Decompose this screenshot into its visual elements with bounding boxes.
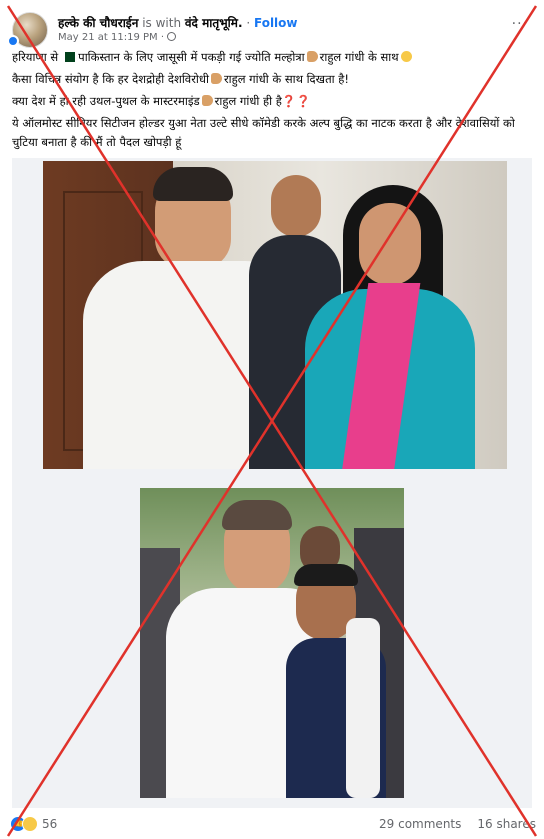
person-hair [222,500,292,530]
text-fragment: क्या देश में हो रही उथल-पुथल के मास्टरमा… [12,94,200,108]
person-hair [153,167,233,201]
facebook-post: हल्के की चौधराईन is with वंदे मातृभूमि. … [0,0,544,839]
post-footer: 56 29 comments 16 shares [0,812,544,839]
separator-dot: · [246,16,251,30]
globe-icon [167,32,176,41]
post-meta: May 21 at 11:19 PM · [58,32,176,43]
tagged-page-name[interactable]: वंदे मातृभूमि. [185,16,243,30]
follow-button[interactable]: Follow [254,16,298,30]
is-with-text: is with [142,16,182,30]
post-timestamp[interactable]: May 21 at 11:19 PM · [58,32,164,43]
pointing-hand-icon [306,51,318,62]
comments-count[interactable]: 29 comments [379,817,461,831]
photo-1[interactable] [43,161,507,469]
author-avatar[interactable] [7,12,48,48]
text-line-2: कैसा विचित्र संयोग है कि हर देशद्रोही दे… [12,70,530,89]
text-fragment: राहुल गांधी के साथ दिखता है! [223,72,349,86]
post-media[interactable] [12,158,532,808]
shares-count[interactable]: 16 shares [477,817,536,831]
text-fragment: कैसा विचित्र संयोग है कि हर देशद्रोही दे… [12,72,209,86]
person-head [359,203,421,285]
text-line-1: हरियाणा से पाकिस्तान के लिए जासूसी में पक… [12,48,530,67]
pakistan-flag-icon [61,52,76,62]
person-dupatta [346,618,380,798]
reactions-summary[interactable]: 56 [10,816,57,832]
text-line-3: क्या देश में हो रही उथल-पुथल के मास्टरमा… [12,92,530,111]
pointing-hand-icon [210,73,222,84]
author-line: हल्के की चौधराईन is with वंदे मातृभूमि. … [58,14,298,31]
post-text: हरियाणा से पाकिस्तान के लिए जासूसी में पक… [12,48,530,155]
reaction-count: 56 [42,817,58,831]
pointing-hand-icon [201,95,213,106]
text-fragment: राहुल गांधी के साथ [319,50,399,64]
haha-reaction-icon [22,816,38,832]
post-header: हल्के की चौधराईन is with वंदे मातृभूमि. … [7,8,536,48]
engagement-stats: 29 comments 16 shares [363,817,536,831]
text-fragment: हरियाणा से [12,50,59,64]
photo-2[interactable] [140,488,404,798]
thinking-face-icon [400,51,412,62]
person-head [271,175,321,237]
person-hair [294,564,358,586]
more-options-icon[interactable]: ··· [512,16,528,32]
author-name[interactable]: हल्के की चौधराईन [58,16,138,30]
text-fragment: पाकिस्तान के लिए जासूसी में पकड़ी गई ज्य… [78,50,305,64]
question-marks: ❓❓ [281,94,311,108]
text-fragment: राहुल गांधी ही है [214,94,282,108]
text-line-4: ये ऑलमोस्ट सीनियर सिटीजन होल्डर युआ नेता… [12,116,515,149]
group-badge-icon [7,35,19,47]
